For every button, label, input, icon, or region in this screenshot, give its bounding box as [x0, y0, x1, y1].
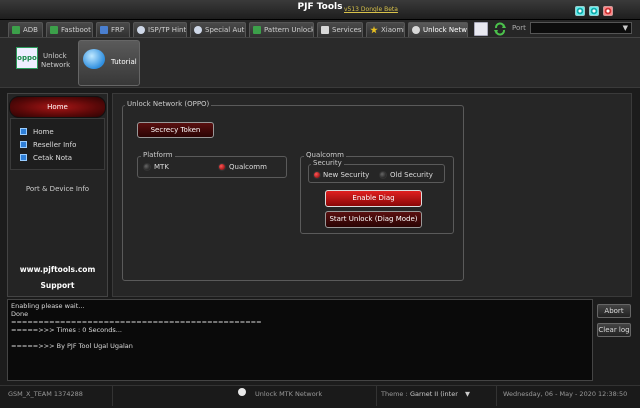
security-title: Security — [311, 159, 344, 167]
minimize-icon[interactable] — [575, 6, 585, 16]
radio-mtk[interactable] — [143, 163, 151, 171]
home-icon — [20, 128, 27, 135]
user-info: GSM_X_TEAM 1374288 — [8, 390, 83, 398]
tab-label: ISP/TP Hint — [148, 26, 186, 34]
log-line: =====>>> Times : 0 Seconds... — [11, 326, 122, 334]
log-line: =====>>> By PJF Tool Ugal Ugalan — [11, 342, 133, 350]
print-icon — [20, 154, 27, 161]
tab-isp-tp-hint[interactable]: ISP/TP Hint — [133, 22, 187, 37]
tab-label: Services — [332, 26, 362, 34]
tab-label: Xiaomi — [381, 26, 404, 34]
tab-pattern-unlock[interactable]: Pattern Unlock — [249, 22, 314, 37]
enable-diag-button[interactable]: Enable Diag — [325, 190, 422, 207]
info-icon — [20, 141, 27, 148]
tutorial-label: Tutorial — [111, 58, 137, 66]
clear-log-button[interactable]: Clear log — [597, 323, 631, 337]
chat-bubble-icon — [83, 49, 105, 69]
sidebar-item-label: Cetak Nota — [33, 153, 73, 162]
sidebar-item-home[interactable]: Home — [20, 127, 54, 136]
search-icon — [137, 26, 145, 34]
tab-unlock-network[interactable]: Unlock Netw — [408, 22, 468, 37]
sidebar-item-cetak-nota[interactable]: Cetak Nota — [20, 153, 72, 162]
network-label: Network — [41, 61, 71, 69]
pattern-icon — [253, 26, 261, 34]
tab-services[interactable]: Services — [317, 22, 363, 37]
tab-label: FRP — [111, 26, 125, 34]
log-output[interactable]: Enabling please wait... Done ===========… — [7, 299, 593, 381]
star-icon — [370, 26, 378, 34]
sidebar-item-reseller-info[interactable]: Reseller Info — [20, 140, 76, 149]
start-unlock-button[interactable]: Start Unlock (Diag Mode) — [325, 211, 422, 228]
radio-old-security[interactable] — [379, 171, 387, 179]
frp-icon — [100, 26, 108, 34]
services-icon — [321, 26, 329, 34]
port-device-info-link[interactable]: Port & Device Info — [9, 185, 106, 193]
radio-old-security-label: Old Security — [390, 171, 433, 179]
version-link[interactable]: v513 Dongle Beta — [344, 6, 398, 13]
current-operation: Unlock MTK Network — [255, 390, 323, 398]
divider — [112, 386, 113, 406]
fastboot-icon — [50, 26, 58, 34]
close-icon[interactable] — [603, 6, 613, 16]
qualcomm-title: Qualcomm — [304, 151, 346, 159]
theme-select[interactable]: Garnet II (inter — [410, 390, 458, 398]
log-line: Done — [11, 310, 29, 318]
theme-label: Theme : — [381, 390, 408, 398]
chevron-down-icon: ▼ — [622, 24, 628, 32]
tab-label: Pattern Unlock — [264, 26, 313, 34]
window-title: PJF Tools — [297, 2, 343, 12]
radio-new-security[interactable] — [313, 171, 321, 179]
tab-fastboot[interactable]: Fastboot — [46, 22, 93, 37]
tutorial-button[interactable]: Tutorial — [78, 40, 140, 86]
sidebar-header[interactable]: Home — [9, 96, 106, 118]
oppo-logo-icon: oppo — [16, 47, 38, 69]
tab-label: Unlock Netw — [423, 26, 467, 34]
radio-qualcomm[interactable] — [218, 163, 226, 171]
tab-label: Fastboot — [61, 26, 91, 34]
tab-label: ADB — [23, 26, 38, 34]
tab-adb[interactable]: ADB — [8, 22, 43, 37]
refresh-icon[interactable] — [493, 22, 507, 36]
website-link[interactable]: www.pjftools.com — [9, 265, 106, 274]
device-manager-icon[interactable] — [474, 22, 488, 36]
radio-new-security-label: New Security — [323, 171, 370, 179]
adb-icon — [12, 26, 20, 34]
search-icon — [194, 26, 202, 34]
log-line: Enabling please wait... — [11, 302, 85, 310]
unlock-label: Unlock — [43, 52, 67, 60]
support-link[interactable]: Support — [9, 281, 106, 290]
tab-xiaomi[interactable]: Xiaomi — [366, 22, 405, 37]
sidebar-item-label: Reseller Info — [33, 140, 77, 149]
log-line: ========================================… — [11, 318, 262, 326]
radio-qualcomm-label: Qualcomm — [229, 163, 267, 171]
secrecy-token-button[interactable]: Secrecy Token — [137, 122, 214, 138]
abort-button[interactable]: Abort — [597, 304, 631, 318]
maximize-icon[interactable] — [589, 6, 599, 16]
port-label: Port — [512, 24, 526, 32]
group-title: Unlock Network (OPPO) — [125, 100, 212, 108]
unlock-network-button[interactable]: oppo Unlock Network — [14, 44, 72, 84]
divider — [496, 386, 497, 406]
tab-special-auth[interactable]: Special Auth — [190, 22, 246, 37]
chevron-down-icon[interactable]: ▼ — [465, 390, 470, 398]
sidebar-item-label: Home — [33, 127, 54, 136]
port-select[interactable]: ▼ — [530, 22, 632, 34]
tab-label: Special Auth — [205, 26, 245, 34]
datetime: Wednesday, 06 - May - 2020 12:38:50 — [503, 390, 628, 398]
tab-frp[interactable]: FRP — [96, 22, 130, 37]
search-icon — [238, 388, 246, 396]
platform-title: Platform — [141, 151, 175, 159]
network-icon — [412, 26, 420, 34]
radio-mtk-label: MTK — [154, 163, 169, 171]
divider — [376, 386, 377, 406]
